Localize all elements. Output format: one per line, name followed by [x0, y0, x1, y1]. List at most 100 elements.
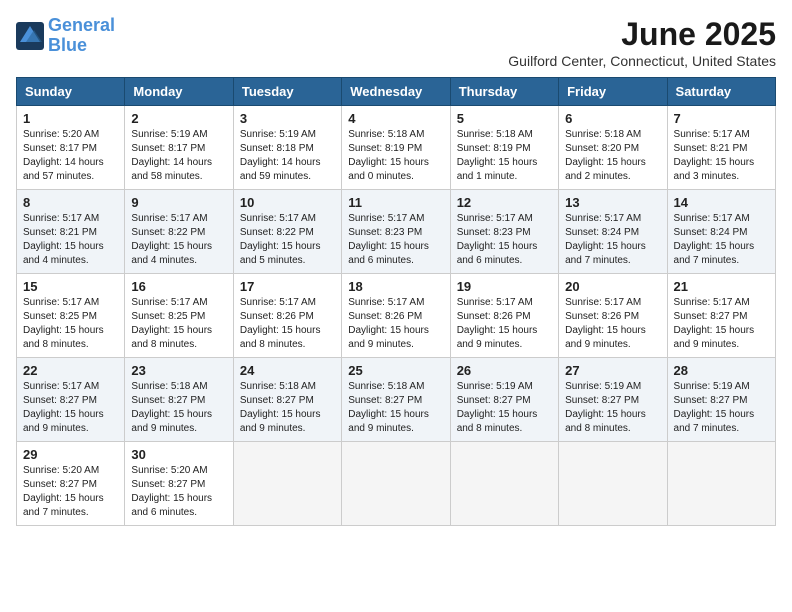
calendar-week-row: 22 Sunrise: 5:17 AM Sunset: 8:27 PM Dayli…: [17, 358, 776, 442]
day-number: 30: [131, 447, 226, 462]
day-number: 29: [23, 447, 118, 462]
day-number: 10: [240, 195, 335, 210]
day-info: Sunrise: 5:17 AM Sunset: 8:22 PM Dayligh…: [240, 212, 335, 268]
day-number: 5: [457, 111, 552, 126]
weekday-header-sunday: Sunday: [17, 78, 125, 106]
calendar-week-row: 15 Sunrise: 5:17 AM Sunset: 8:25 PM Dayli…: [17, 274, 776, 358]
calendar-cell: 23Sunrise: 5:18 AM Sunset: 8:27 PM Dayli…: [125, 358, 233, 442]
calendar-cell: 8Sunrise: 5:17 AM Sunset: 8:21 PM Daylig…: [17, 190, 125, 274]
day-number: 7: [674, 111, 769, 126]
day-number: 6: [565, 111, 660, 126]
day-number: 2: [131, 111, 226, 126]
weekday-header-row: SundayMondayTuesdayWednesdayThursdayFrid…: [17, 78, 776, 106]
logo-line1: General: [48, 15, 115, 35]
calendar-cell: 15 Sunrise: 5:17 AM Sunset: 8:25 PM Dayli…: [17, 274, 125, 358]
day-info: Sunrise: 5:20 AM Sunset: 8:17 PM Dayligh…: [23, 128, 118, 184]
calendar-cell: 5 Sunrise: 5:18 AM Sunset: 8:19 PM Daylig…: [450, 106, 558, 190]
day-number: 9: [131, 195, 226, 210]
logo-icon: [16, 22, 44, 50]
month-title: June 2025: [508, 16, 776, 53]
calendar-cell: 6 Sunrise: 5:18 AM Sunset: 8:20 PM Daylig…: [559, 106, 667, 190]
weekday-header-saturday: Saturday: [667, 78, 775, 106]
day-number: 15: [23, 279, 118, 294]
day-info: Sunrise: 5:17 AM Sunset: 8:22 PM Dayligh…: [131, 212, 226, 268]
day-info: Sunrise: 5:18 AM Sunset: 8:27 PM Dayligh…: [240, 380, 335, 436]
day-info: Sunrise: 5:17 AM Sunset: 8:27 PM Dayligh…: [23, 380, 118, 436]
day-number: 14: [674, 195, 769, 210]
calendar-cell: 14 Sunrise: 5:17 AM Sunset: 8:24 PM Dayli…: [667, 190, 775, 274]
day-info: Sunrise: 5:17 AM Sunset: 8:27 PM Dayligh…: [674, 296, 769, 352]
day-info: Sunrise: 5:20 AM Sunset: 8:27 PM Dayligh…: [131, 464, 226, 520]
location: Guilford Center, Connecticut, United Sta…: [508, 53, 776, 69]
calendar-cell: 21Sunrise: 5:17 AM Sunset: 8:27 PM Dayli…: [667, 274, 775, 358]
calendar-cell: 22 Sunrise: 5:17 AM Sunset: 8:27 PM Dayli…: [17, 358, 125, 442]
day-info: Sunrise: 5:19 AM Sunset: 8:27 PM Dayligh…: [565, 380, 660, 436]
day-info: Sunrise: 5:18 AM Sunset: 8:19 PM Dayligh…: [457, 128, 552, 184]
weekday-header-monday: Monday: [125, 78, 233, 106]
day-number: 12: [457, 195, 552, 210]
calendar-cell: 4Sunrise: 5:18 AM Sunset: 8:19 PM Daylig…: [342, 106, 450, 190]
calendar-cell: 9 Sunrise: 5:17 AM Sunset: 8:22 PM Daylig…: [125, 190, 233, 274]
day-info: Sunrise: 5:18 AM Sunset: 8:20 PM Dayligh…: [565, 128, 660, 184]
calendar-cell: 12 Sunrise: 5:17 AM Sunset: 8:23 PM Dayli…: [450, 190, 558, 274]
day-number: 17: [240, 279, 335, 294]
calendar-cell: 28 Sunrise: 5:19 AM Sunset: 8:27 PM Dayli…: [667, 358, 775, 442]
weekday-header-friday: Friday: [559, 78, 667, 106]
calendar-cell: 20 Sunrise: 5:17 AM Sunset: 8:26 PM Dayli…: [559, 274, 667, 358]
day-info: Sunrise: 5:17 AM Sunset: 8:25 PM Dayligh…: [131, 296, 226, 352]
weekday-header-wednesday: Wednesday: [342, 78, 450, 106]
day-info: Sunrise: 5:17 AM Sunset: 8:24 PM Dayligh…: [565, 212, 660, 268]
day-info: Sunrise: 5:17 AM Sunset: 8:26 PM Dayligh…: [240, 296, 335, 352]
day-info: Sunrise: 5:19 AM Sunset: 8:17 PM Dayligh…: [131, 128, 226, 184]
day-info: Sunrise: 5:19 AM Sunset: 8:27 PM Dayligh…: [674, 380, 769, 436]
calendar-cell: 24 Sunrise: 5:18 AM Sunset: 8:27 PM Dayli…: [233, 358, 341, 442]
day-number: 16: [131, 279, 226, 294]
calendar-cell: 17 Sunrise: 5:17 AM Sunset: 8:26 PM Dayli…: [233, 274, 341, 358]
calendar-cell: 29 Sunrise: 5:20 AM Sunset: 8:27 PM Dayli…: [17, 442, 125, 526]
calendar-week-row: 8Sunrise: 5:17 AM Sunset: 8:21 PM Daylig…: [17, 190, 776, 274]
day-info: Sunrise: 5:19 AM Sunset: 8:18 PM Dayligh…: [240, 128, 335, 184]
title-block: June 2025 Guilford Center, Connecticut, …: [508, 16, 776, 69]
calendar-cell: [667, 442, 775, 526]
calendar-cell: [559, 442, 667, 526]
calendar-week-row: 29 Sunrise: 5:20 AM Sunset: 8:27 PM Dayli…: [17, 442, 776, 526]
calendar-cell: 7Sunrise: 5:17 AM Sunset: 8:21 PM Daylig…: [667, 106, 775, 190]
day-number: 11: [348, 195, 443, 210]
page-header: General Blue June 2025 Guilford Center, …: [16, 16, 776, 69]
calendar-cell: 27 Sunrise: 5:19 AM Sunset: 8:27 PM Dayli…: [559, 358, 667, 442]
calendar-cell: [233, 442, 341, 526]
calendar-cell: 10 Sunrise: 5:17 AM Sunset: 8:22 PM Dayli…: [233, 190, 341, 274]
day-number: 1: [23, 111, 118, 126]
day-info: Sunrise: 5:17 AM Sunset: 8:26 PM Dayligh…: [565, 296, 660, 352]
calendar-cell: 18Sunrise: 5:17 AM Sunset: 8:26 PM Dayli…: [342, 274, 450, 358]
calendar-table: SundayMondayTuesdayWednesdayThursdayFrid…: [16, 77, 776, 526]
calendar-cell: 3 Sunrise: 5:19 AM Sunset: 8:18 PM Daylig…: [233, 106, 341, 190]
day-number: 3: [240, 111, 335, 126]
day-info: Sunrise: 5:20 AM Sunset: 8:27 PM Dayligh…: [23, 464, 118, 520]
day-info: Sunrise: 5:18 AM Sunset: 8:19 PM Dayligh…: [348, 128, 443, 184]
day-info: Sunrise: 5:17 AM Sunset: 8:23 PM Dayligh…: [457, 212, 552, 268]
day-info: Sunrise: 5:17 AM Sunset: 8:25 PM Dayligh…: [23, 296, 118, 352]
calendar-cell: 13 Sunrise: 5:17 AM Sunset: 8:24 PM Dayli…: [559, 190, 667, 274]
day-number: 13: [565, 195, 660, 210]
day-number: 27: [565, 363, 660, 378]
day-number: 19: [457, 279, 552, 294]
calendar-cell: 25 Sunrise: 5:18 AM Sunset: 8:27 PM Dayli…: [342, 358, 450, 442]
day-info: Sunrise: 5:18 AM Sunset: 8:27 PM Dayligh…: [348, 380, 443, 436]
day-number: 25: [348, 363, 443, 378]
weekday-header-tuesday: Tuesday: [233, 78, 341, 106]
day-number: 28: [674, 363, 769, 378]
calendar-cell: 26Sunrise: 5:19 AM Sunset: 8:27 PM Dayli…: [450, 358, 558, 442]
day-info: Sunrise: 5:17 AM Sunset: 8:24 PM Dayligh…: [674, 212, 769, 268]
day-number: 23: [131, 363, 226, 378]
day-info: Sunrise: 5:17 AM Sunset: 8:23 PM Dayligh…: [348, 212, 443, 268]
calendar-cell: 19Sunrise: 5:17 AM Sunset: 8:26 PM Dayli…: [450, 274, 558, 358]
day-number: 22: [23, 363, 118, 378]
weekday-header-thursday: Thursday: [450, 78, 558, 106]
logo: General Blue: [16, 16, 115, 56]
day-number: 8: [23, 195, 118, 210]
day-number: 24: [240, 363, 335, 378]
calendar-week-row: 1 Sunrise: 5:20 AM Sunset: 8:17 PM Daylig…: [17, 106, 776, 190]
day-number: 26: [457, 363, 552, 378]
day-number: 20: [565, 279, 660, 294]
